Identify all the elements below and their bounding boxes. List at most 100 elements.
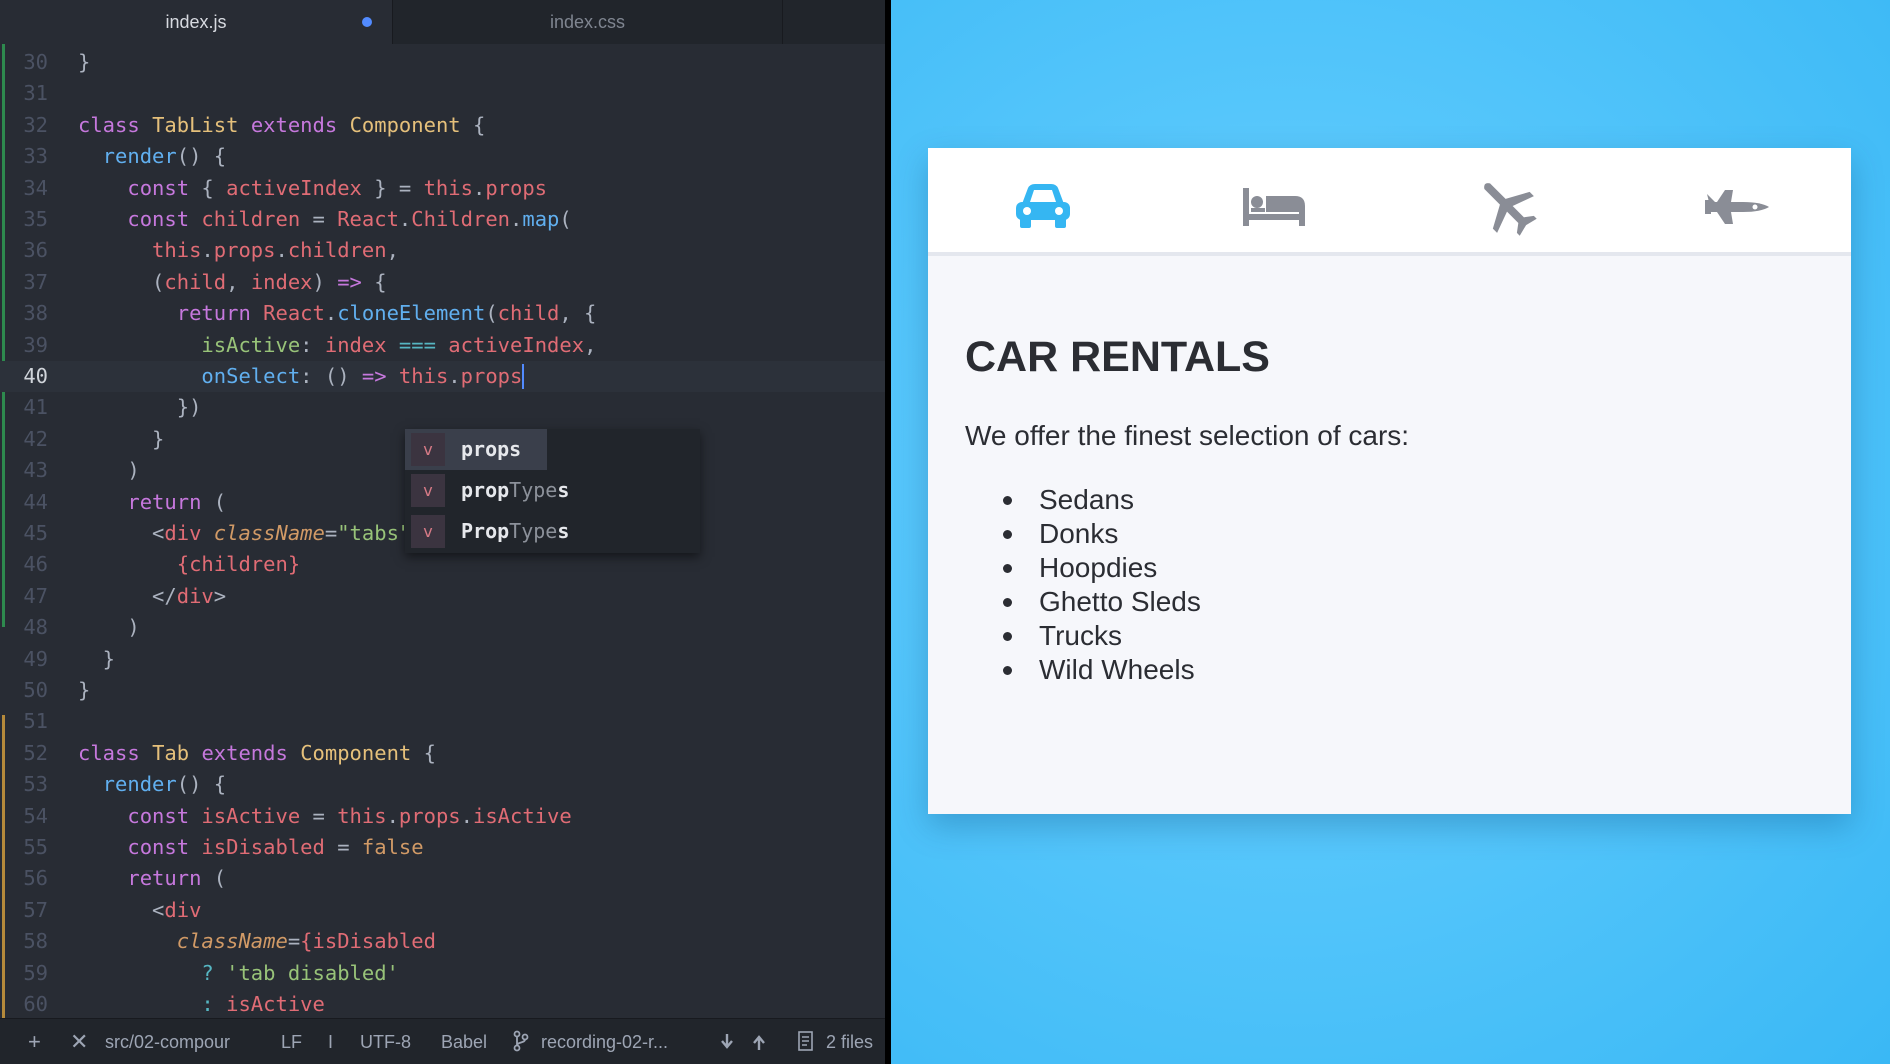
line-number: 49 [23,646,48,671]
line-number: 56 [23,866,48,891]
code-line[interactable]: 53 render() { [0,769,885,800]
code-line[interactable]: 54 const isActive = this.props.isActive [0,801,885,832]
line-code: const isActive = this.props.isActive [78,801,572,832]
code-token: const [78,175,202,200]
code-token: isActive [472,803,572,828]
code-line[interactable]: 36 this.props.children, [0,235,885,266]
line-code: <div [78,895,201,926]
code-token: . [510,207,523,231]
suggestion-tail: s [557,519,570,543]
code-token: } [78,50,91,74]
code-line[interactable]: 41 }) [0,392,885,423]
code-token: . [448,364,461,388]
code-token: . [472,175,486,200]
autocomplete-item[interactable]: v props [405,429,700,470]
code-token: }) [78,395,202,420]
flight-tab[interactable] [1472,176,1542,236]
code-line[interactable]: 60 : isActive [0,989,885,1018]
suggestion-rest: Type [509,519,558,543]
code-token: div [164,521,214,545]
code-token: , { [559,301,597,326]
code-line[interactable]: 48 ) [0,612,885,643]
code-line[interactable]: 59 ? 'tab disabled' [0,958,885,989]
code-line[interactable]: 49 } [0,644,885,675]
code-token: child [497,301,560,326]
code-line[interactable]: 40 onSelect: () => this.props [0,361,885,392]
tab-index-js[interactable]: index.js [0,0,392,44]
code-token: { [374,269,387,294]
code-line[interactable]: 32 class TabList extends Component { [0,110,885,141]
code-line[interactable]: 39 isActive: index === activeIndex, [0,330,885,361]
hotel-tab[interactable] [1239,176,1309,236]
autocomplete-popup[interactable]: v props v propTypes v PropTypes [405,429,700,553]
suggestion-text: props [461,429,521,470]
car-tab[interactable] [1008,176,1078,236]
encoding[interactable]: UTF-8 [360,1019,411,1064]
code-line[interactable]: 30} [0,47,885,78]
grammar[interactable]: Babel [441,1019,487,1064]
line-ending[interactable]: LF [281,1019,302,1064]
code-line[interactable]: 50} [0,675,885,706]
file-path[interactable]: src/02-compour [105,1019,230,1064]
code-line[interactable]: 52 class Tab extends Component { [0,738,885,769]
fetch-down-icon[interactable] [720,1019,734,1064]
line-code: <div className="tabs"> [78,518,424,549]
tab-index-css[interactable]: index.css [392,0,782,44]
code-token: this [423,175,473,200]
add-icon[interactable]: + [28,1019,41,1064]
code-token: { [423,740,436,765]
git-branch[interactable]: recording-02-r... [541,1019,668,1064]
code-line[interactable]: 56 return ( [0,863,885,894]
line-number: 48 [23,615,48,640]
code-line[interactable]: 35 const children = React.Children.map( [0,204,885,235]
code-token: index [250,269,313,294]
code-token: . [324,301,338,326]
code-line[interactable]: 47 </div> [0,581,885,612]
code-token: props [485,175,548,200]
code-line[interactable]: 57 <div [0,895,885,926]
files-icon [797,1019,815,1064]
code-token: ? [78,960,227,985]
line-number: 37 [23,269,48,294]
code-line[interactable]: 51 [0,706,885,737]
code-token: ( [213,489,227,514]
code-token: this [337,803,387,828]
list-item-label: Sedans [1039,484,1134,515]
bullet-icon [1003,564,1012,573]
autocomplete-item[interactable]: v PropTypes [405,511,700,552]
close-icon[interactable]: ✕ [70,1019,88,1064]
code-line[interactable]: 31 [0,78,885,109]
suggestion-match: Prop [461,519,510,543]
line-number: 35 [23,207,48,231]
space-shuttle-icon [1705,190,1769,224]
line-code: } [78,424,164,455]
line-code: return ( [78,487,226,518]
code-token: isDisabled [201,835,338,859]
line-number: 31 [23,81,48,106]
code-line[interactable]: 38 return React.cloneElement(child, { [0,298,885,329]
code-token: : [300,332,325,357]
line-number: 30 [23,50,48,74]
code-line[interactable]: 58 className={isDisabled [0,926,885,957]
line-code: const { activeIndex } = this.props [78,173,547,204]
variable-type-icon: v [411,515,445,548]
space-tab[interactable] [1703,176,1773,236]
line-code: } [78,47,90,78]
code-line[interactable]: 33 render() { [0,141,885,172]
code-token: { [472,112,486,137]
line-number: 54 [23,803,48,828]
code-token: </ [78,583,177,608]
code-line[interactable]: 55 const isDisabled = false [0,832,885,863]
code-line[interactable]: 46 {children} [0,549,885,580]
code-line[interactable]: 37 (child, index) => { [0,267,885,298]
autocomplete-item[interactable]: v propTypes [405,470,700,511]
code-token: {children} [78,552,301,577]
push-up-icon[interactable] [752,1019,766,1064]
code-token: } = [374,175,424,200]
code-line[interactable]: 34 const { activeIndex } = this.props [0,173,885,204]
changed-files[interactable]: 2 files [826,1019,873,1064]
code-token: isActive [201,803,313,828]
line-number: 41 [23,395,48,420]
code-area[interactable]: 30} 31 32 class TabList extends Component {… [0,44,885,1018]
code-editor[interactable]: index.js index.css 30} 31 32 class TabList … [0,0,885,1064]
